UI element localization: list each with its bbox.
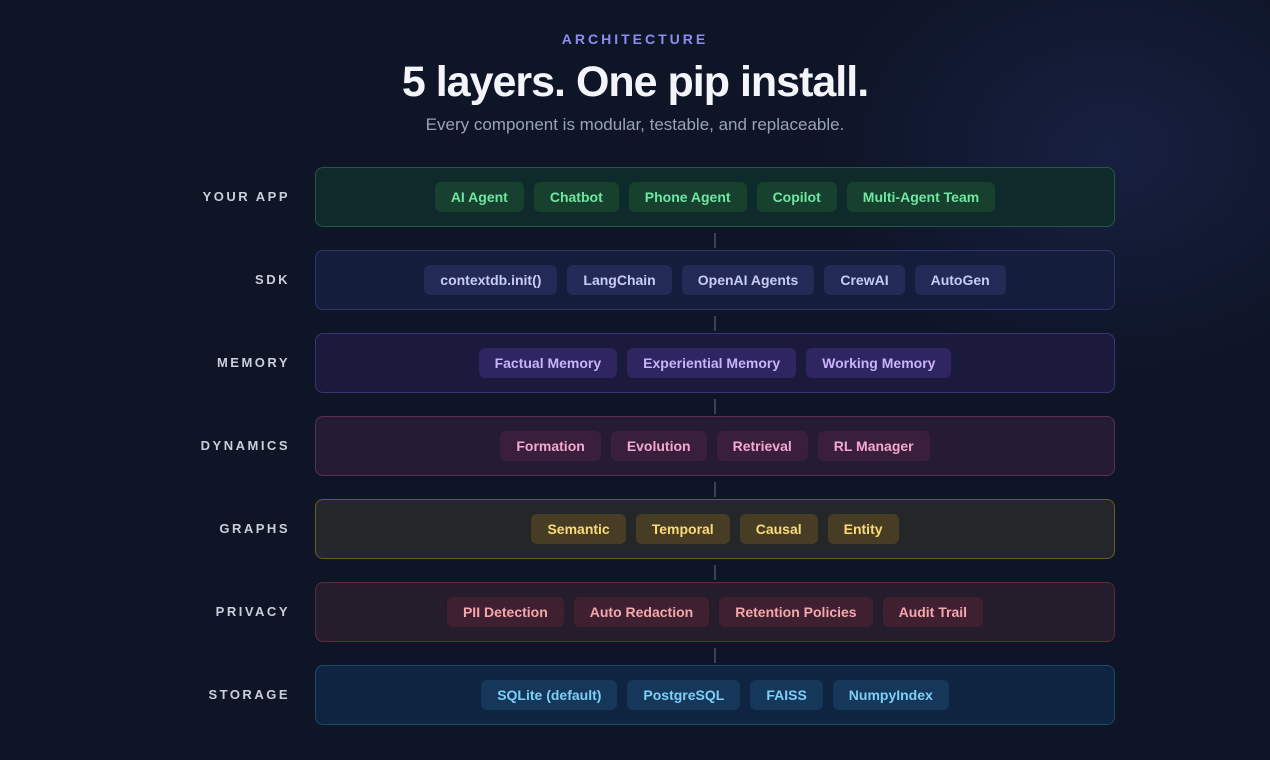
- component-chip: AI Agent: [434, 182, 524, 212]
- eyebrow-label: ARCHITECTURE: [561, 31, 709, 47]
- component-chip: OpenAI Agents: [681, 265, 815, 295]
- component-chip: Temporal: [635, 514, 730, 544]
- component-chip: Retrieval: [716, 431, 808, 461]
- component-chip: Multi-Agent Team: [846, 182, 996, 212]
- layer-box: PII Detection Auto Redaction Retention Pol…: [315, 582, 1115, 642]
- layer-box: Semantic Temporal Causal Entity: [315, 499, 1115, 559]
- component-chip: FAISS: [750, 680, 823, 710]
- layer-box: AI Agent Chatbot Phone Agent Copilot Multi-A…: [315, 167, 1115, 227]
- component-chip: Entity: [827, 514, 899, 544]
- component-chip: contextdb.init(): [424, 265, 558, 295]
- layer-label: DYNAMICS: [200, 438, 290, 453]
- layer-1: SDK contextdb.init() LangChain OpenAI Agent…: [0, 250, 1270, 310]
- component-chip: PII Detection: [446, 597, 564, 627]
- layer-connector: [714, 482, 716, 497]
- component-chip: Phone Agent: [628, 182, 747, 212]
- layer-3: DYNAMICS Formation Evolution Retrieval RL Ma…: [0, 416, 1270, 476]
- component-chip: CrewAI: [824, 265, 905, 295]
- component-chip: Semantic: [531, 514, 626, 544]
- layer-label: PRIVACY: [215, 604, 290, 619]
- component-chip: Copilot: [756, 182, 837, 212]
- component-chip: RL Manager: [817, 431, 930, 461]
- layer-label: SDK: [255, 272, 290, 287]
- layer-connector: [714, 648, 716, 663]
- component-chip: LangChain: [567, 265, 672, 295]
- layer-box: contextdb.init() LangChain OpenAI Agents Cr…: [315, 250, 1115, 310]
- component-chip: PostgreSQL: [627, 680, 741, 710]
- page-subtitle: Every component is modular, testable, an…: [425, 115, 845, 134]
- layer-connector: [714, 399, 716, 414]
- component-chip: Chatbot: [533, 182, 619, 212]
- component-chip: Audit Trail: [882, 597, 984, 627]
- layer-connector: [714, 316, 716, 331]
- component-chip: Retention Policies: [719, 597, 873, 627]
- component-chip: Experiential Memory: [627, 348, 797, 378]
- component-chip: Causal: [739, 514, 818, 544]
- component-chip: Evolution: [610, 431, 707, 461]
- layer-label: MEMORY: [216, 355, 290, 370]
- component-chip: AutoGen: [914, 265, 1006, 295]
- layer-label: STORAGE: [208, 687, 290, 702]
- layer-box: SQLite (default) PostgreSQL FAISS NumpyInde…: [315, 665, 1115, 725]
- layer-0: YOUR APP AI Agent Chatbot Phone Agent Copilo…: [0, 167, 1270, 227]
- layer-4: GRAPHS Semantic Temporal Causal Entity: [0, 499, 1270, 559]
- page-title: 5 layers. One pip install.: [401, 58, 869, 106]
- layer-connector: [714, 233, 716, 248]
- component-chip: Working Memory: [806, 348, 952, 378]
- layer-6: STORAGE SQLite (default) PostgreSQL FAISS Nu…: [0, 665, 1270, 725]
- layer-connector: [714, 565, 716, 580]
- layer-2: MEMORY Factual Memory Experiential Memory W…: [0, 333, 1270, 393]
- layer-box: Factual Memory Experiential Memory Working…: [315, 333, 1115, 393]
- component-chip: SQLite (default): [481, 680, 618, 710]
- layer-label: GRAPHS: [219, 521, 290, 536]
- layer-5: PRIVACY PII Detection Auto Redaction Retent…: [0, 582, 1270, 642]
- component-chip: Auto Redaction: [573, 597, 710, 627]
- component-chip: NumpyIndex: [832, 680, 949, 710]
- component-chip: Formation: [500, 431, 601, 461]
- layer-label: YOUR APP: [202, 189, 290, 204]
- layer-box: Formation Evolution Retrieval RL Manager: [315, 416, 1115, 476]
- component-chip: Factual Memory: [478, 348, 618, 378]
